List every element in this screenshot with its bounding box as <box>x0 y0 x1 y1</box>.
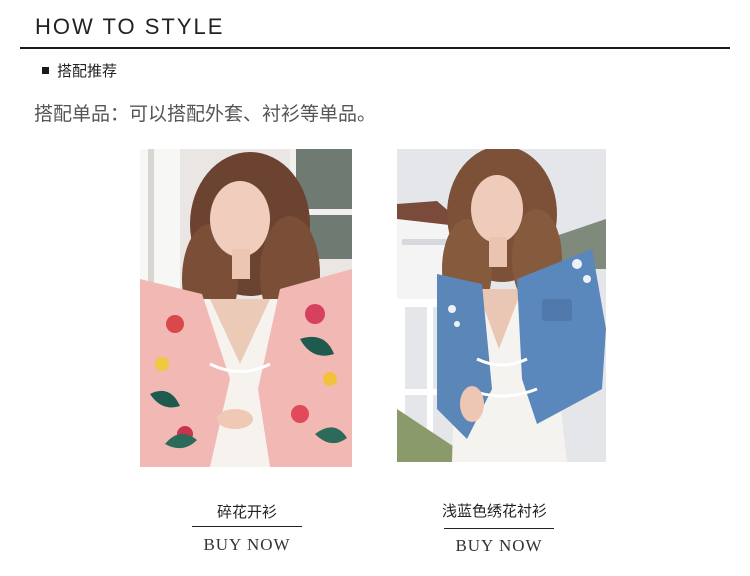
floral-cardigan-photo[interactable] <box>140 149 352 467</box>
product-name-divider <box>444 528 554 529</box>
styling-description: 搭配单品：可以搭配外套、衬衫等单品。 <box>34 103 377 125</box>
product-name-divider <box>192 526 302 527</box>
embroidered-denim-shirt-photo[interactable] <box>397 149 606 462</box>
product-name-denim-shirt: 浅蓝色绣花衬衫 <box>441 502 547 520</box>
buy-now-link-denim-shirt[interactable]: BUY NOW <box>444 536 554 556</box>
section-title: HOW TO STYLE <box>35 14 225 39</box>
title-divider <box>20 47 730 49</box>
buy-now-link-floral-cardigan[interactable]: BUY NOW <box>192 535 302 555</box>
square-bullet-icon <box>42 67 49 74</box>
subheading-row: 搭配推荐 <box>42 60 117 81</box>
floral-cardigan-illustration <box>140 149 352 467</box>
product-name-floral-cardigan: 碎花开衫 <box>216 503 277 521</box>
denim-shirt-illustration <box>397 149 606 462</box>
subheading: 搭配推荐 <box>57 62 118 80</box>
